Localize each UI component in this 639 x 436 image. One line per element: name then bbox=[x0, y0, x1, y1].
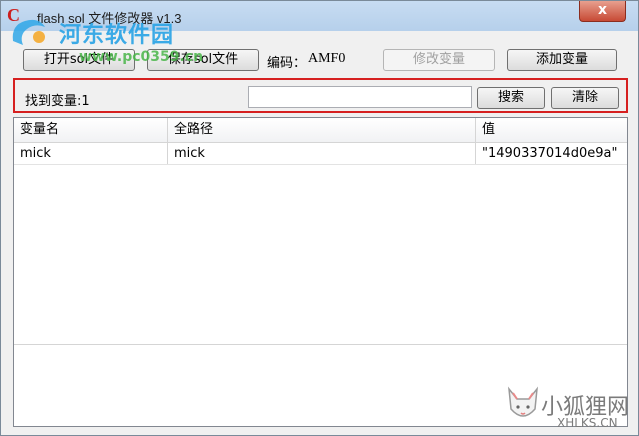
clear-button[interactable]: 清除 bbox=[551, 87, 619, 109]
table-header: 变量名 全路径 值 bbox=[14, 118, 627, 143]
encoding-value: AMF0 bbox=[308, 51, 346, 66]
encoding-label: 编码： bbox=[267, 56, 307, 71]
cell-value: "1490337014d0e9a" bbox=[482, 146, 618, 161]
table-row[interactable]: mick mick "1490337014d0e9a" bbox=[14, 143, 627, 165]
found-count-label: 找到变量:1 bbox=[25, 94, 90, 109]
watermark-logo-icon bbox=[12, 19, 45, 45]
add-variable-button[interactable]: 添加变量 bbox=[507, 49, 617, 71]
watermark-bottom-url: XHLKS.CN bbox=[557, 416, 618, 430]
table-divider bbox=[14, 344, 627, 345]
cell-full-path: mick bbox=[168, 143, 476, 164]
cell-variable-name: mick bbox=[14, 143, 168, 164]
close-button[interactable]: x bbox=[579, 1, 626, 22]
watermark-fox-icon bbox=[508, 386, 538, 417]
watermark-site-name: 河东软件园 bbox=[59, 23, 175, 48]
search-input[interactable] bbox=[248, 86, 472, 108]
watermark-url: www.pc0359.cn bbox=[79, 49, 204, 65]
column-header-full-path[interactable]: 全路径 bbox=[168, 118, 476, 142]
column-header-value[interactable]: 值 bbox=[476, 118, 627, 142]
column-header-name[interactable]: 变量名 bbox=[14, 118, 168, 142]
modify-variable-button[interactable]: 修改变量 bbox=[383, 49, 495, 71]
search-button[interactable]: 搜索 bbox=[477, 87, 545, 109]
app-window: C flash sol 文件修改器 v1.3 x 河东软件园 打开sol文件 保… bbox=[0, 0, 639, 436]
